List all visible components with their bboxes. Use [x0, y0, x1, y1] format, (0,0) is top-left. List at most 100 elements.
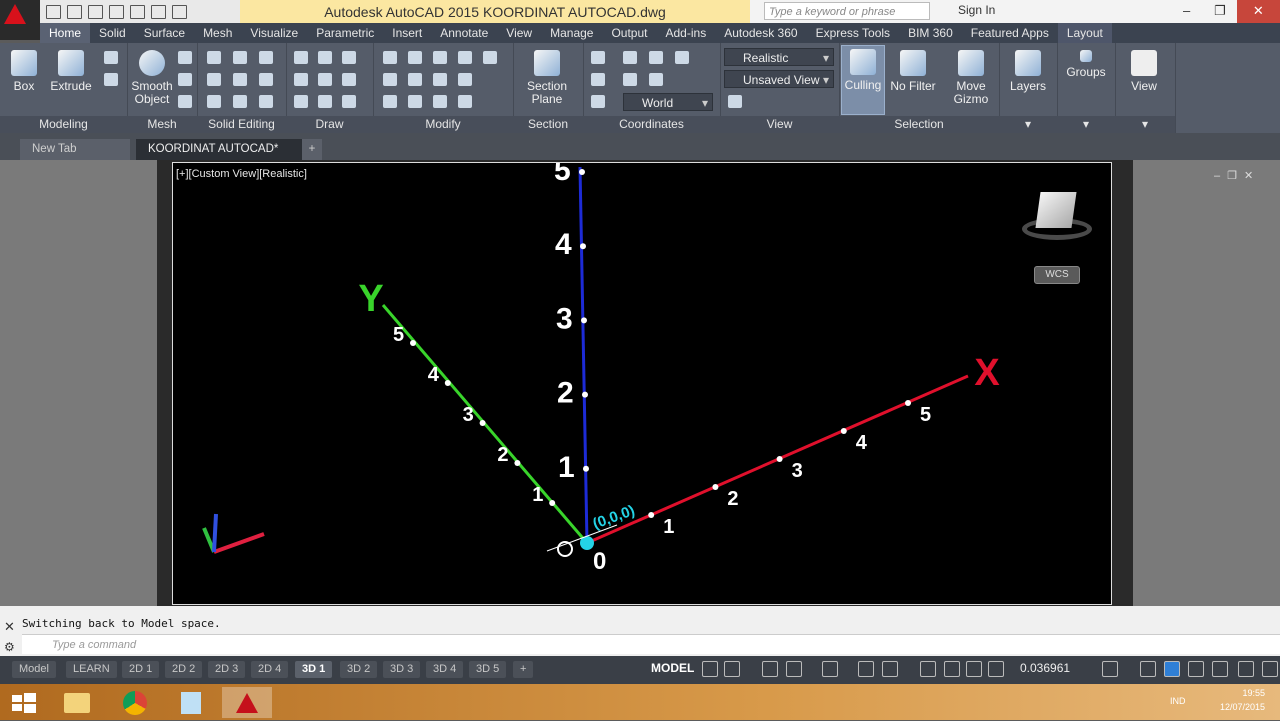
- tab-koordinat-autocad[interactable]: KOORDINAT AUTOCAD*: [136, 139, 310, 160]
- model-space-toggle[interactable]: MODEL: [651, 661, 694, 675]
- plus-icon[interactable]: [1140, 661, 1156, 677]
- move-icon[interactable]: [433, 51, 447, 64]
- view-expand-arrow[interactable]: ▾: [1115, 116, 1175, 133]
- panel-title-draw[interactable]: Draw: [286, 116, 373, 133]
- polyline-icon[interactable]: [294, 51, 308, 64]
- grid-icon[interactable]: [702, 661, 718, 677]
- 3d-rotate-icon[interactable]: [408, 51, 422, 64]
- mirror-icon[interactable]: [458, 51, 472, 64]
- tab-solid[interactable]: Solid: [90, 23, 135, 43]
- interfere-icon[interactable]: [233, 73, 247, 86]
- tab-parametric[interactable]: Parametric: [307, 23, 383, 43]
- auto-scale-icon[interactable]: [966, 661, 982, 677]
- customization-icon[interactable]: [1238, 661, 1254, 677]
- new-icon[interactable]: [46, 4, 61, 19]
- layout-tab-model[interactable]: Model: [12, 661, 56, 678]
- move-gizmo-button[interactable]: Move Gizmo: [947, 47, 995, 106]
- viewport-controls[interactable]: –❐✕: [1214, 169, 1260, 182]
- layout-tab-add[interactable]: +: [513, 661, 534, 678]
- separate-icon[interactable]: [259, 95, 273, 108]
- union-icon[interactable]: [207, 51, 221, 64]
- ellipse-icon[interactable]: [342, 95, 356, 108]
- wcs-menu[interactable]: WCS: [1034, 266, 1080, 284]
- panel-title-mesh[interactable]: Mesh: [127, 116, 197, 133]
- rotate-icon[interactable]: [408, 73, 422, 86]
- visual-style-select[interactable]: Realistic: [724, 48, 834, 67]
- customize-icon[interactable]: ⚙: [4, 640, 15, 654]
- viewport-config-icon[interactable]: [728, 95, 742, 108]
- no-filter-button[interactable]: No Filter: [889, 47, 937, 93]
- tab-layout[interactable]: Layout: [1057, 23, 1112, 43]
- annotation-scale-icon[interactable]: [988, 661, 1004, 677]
- box-button[interactable]: Box: [6, 47, 42, 93]
- layout-tab-3d5[interactable]: 3D 5: [469, 661, 507, 678]
- autocad-app-menu-icon[interactable]: [0, 0, 40, 40]
- clean-screen-icon[interactable]: [1212, 661, 1228, 677]
- fullscreen-icon[interactable]: [1262, 661, 1278, 677]
- layout-tab-3d2[interactable]: 3D 2: [340, 661, 378, 678]
- windows-start-icon[interactable]: [0, 687, 50, 718]
- layout-tab-3d1[interactable]: 3D 1: [295, 661, 333, 678]
- tab-insert[interactable]: Insert: [383, 23, 431, 43]
- tab-express-tools[interactable]: Express Tools: [807, 23, 899, 43]
- rectangle-icon[interactable]: [318, 95, 332, 108]
- hardware-accel-icon[interactable]: [1188, 661, 1204, 677]
- sign-in-button[interactable]: Sign In: [958, 3, 995, 17]
- edges-icon[interactable]: [259, 51, 273, 64]
- line-icon[interactable]: [318, 73, 332, 86]
- offset-icon[interactable]: [383, 73, 397, 86]
- transparency-icon[interactable]: [920, 661, 936, 677]
- refine-mesh-icon[interactable]: [178, 95, 192, 108]
- tab-annotate[interactable]: Annotate: [431, 23, 497, 43]
- isolate-objects-icon[interactable]: [1164, 661, 1180, 677]
- saved-view-select[interactable]: Unsaved View: [724, 70, 834, 89]
- spline-icon[interactable]: [294, 73, 308, 86]
- tab-visualize[interactable]: Visualize: [241, 23, 307, 43]
- redo-icon[interactable]: [172, 4, 187, 19]
- tab-autodesk-360[interactable]: Autodesk 360: [715, 23, 806, 43]
- panel-title-modeling[interactable]: Modeling: [0, 116, 127, 133]
- layout-tab-learn[interactable]: LEARN: [66, 661, 117, 678]
- stretch-icon[interactable]: [383, 95, 397, 108]
- layout-tab-2d4[interactable]: 2D 4: [251, 661, 289, 678]
- fillet-icon[interactable]: [458, 73, 472, 86]
- print-icon[interactable]: [130, 4, 145, 19]
- smooth-less-icon[interactable]: [178, 73, 192, 86]
- object-snap-tracking-icon[interactable]: [858, 661, 874, 677]
- panel-title-view[interactable]: View: [720, 116, 839, 133]
- presspull-icon[interactable]: [104, 73, 118, 86]
- tab-add-ins[interactable]: Add-ins: [657, 23, 716, 43]
- tab-featured-apps[interactable]: Featured Apps: [962, 23, 1058, 43]
- layers-button[interactable]: Layers: [1005, 47, 1051, 93]
- new-tab-button[interactable]: +: [302, 139, 322, 160]
- viewport-label[interactable]: [+][Custom View][Realistic]: [176, 168, 307, 180]
- annotation-visibility-icon[interactable]: [944, 661, 960, 677]
- polysolid-icon[interactable]: [104, 51, 118, 64]
- drawing-canvas[interactable]: 1 2 3 4 5 X 1 2 3 4 5 Y 1 2 3 4 5 (0,0,0) 0: [172, 162, 1112, 605]
- subtract-icon[interactable]: [207, 73, 221, 86]
- save-as-icon[interactable]: [109, 4, 124, 19]
- tab-new-tab[interactable]: New Tab: [20, 139, 130, 160]
- section-plane-button[interactable]: Section Plane: [521, 47, 573, 106]
- array-icon[interactable]: [458, 95, 472, 108]
- panel-title-coordinates[interactable]: Coordinates: [583, 116, 720, 133]
- minimize-button[interactable]: –: [1170, 0, 1203, 23]
- layout-tab-3d4[interactable]: 3D 4: [426, 661, 464, 678]
- ortho-icon[interactable]: [762, 661, 778, 677]
- panel-title-selection[interactable]: Selection: [839, 116, 999, 133]
- ucs-icon[interactable]: [591, 51, 605, 64]
- file-explorer-icon[interactable]: [52, 687, 102, 718]
- tab-output[interactable]: Output: [602, 23, 656, 43]
- scale-value[interactable]: 0.036961: [1020, 661, 1070, 675]
- maximize-button[interactable]: ❐: [1203, 0, 1236, 23]
- ucs-world-select[interactable]: World: [623, 93, 713, 112]
- notepad-icon[interactable]: [166, 687, 216, 718]
- cube-icon[interactable]: [1035, 192, 1077, 228]
- ucs-named-icon[interactable]: [591, 95, 605, 108]
- culling-button[interactable]: Culling: [841, 45, 885, 115]
- close-icon[interactable]: ✕: [4, 619, 15, 635]
- ucs-x-icon[interactable]: [649, 51, 663, 64]
- language-indicator[interactable]: IND: [1170, 696, 1186, 706]
- command-input[interactable]: Type a command: [22, 634, 1280, 654]
- close-button[interactable]: ✕: [1236, 0, 1280, 23]
